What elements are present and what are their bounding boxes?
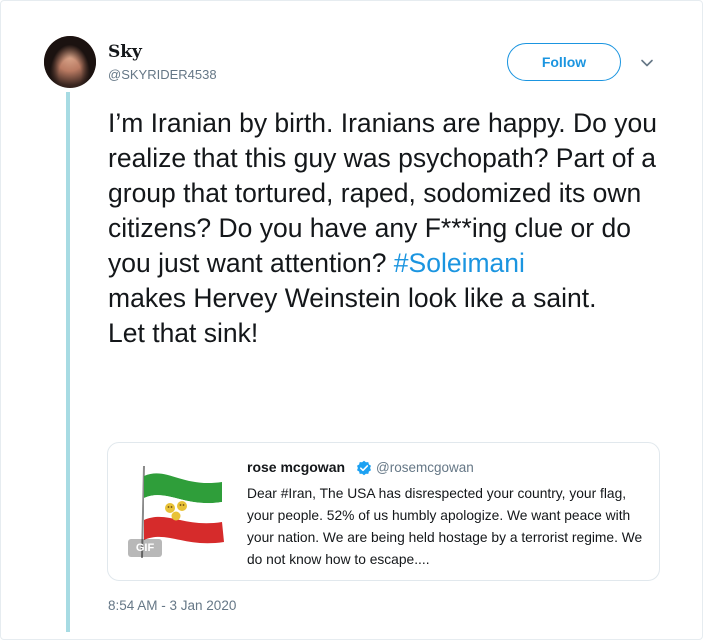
tweet-timestamp[interactable]: 8:54 AM - 3 Jan 2020 — [108, 598, 236, 613]
tweet-text-end: makes Hervey Weinstein look like a saint… — [108, 283, 597, 348]
quoted-display-name: rose mcgowan — [247, 459, 346, 475]
author-avatar[interactable] — [44, 36, 96, 88]
tweet-text: I’m Iranian by birth. Iranians are happy… — [108, 106, 678, 351]
gif-badge: GIF — [128, 539, 162, 557]
verified-badge-icon — [357, 460, 371, 476]
quoted-username: @rosemcgowan — [376, 460, 474, 475]
follow-button[interactable]: Follow — [507, 43, 621, 81]
hashtag-link[interactable]: #Soleimani — [394, 248, 525, 278]
gif-thumbnail[interactable]: GIF — [122, 458, 228, 564]
author-display-name[interactable]: Sky — [108, 42, 142, 62]
thread-line — [66, 92, 70, 632]
quoted-tweet-card[interactable]: GIF rose mcgowan @rosemcgowan Dear #Iran… — [107, 442, 660, 581]
tweet-text-main: I’m Iranian by birth. Iranians are happy… — [108, 108, 657, 278]
avatar-photo — [44, 36, 96, 88]
chevron-down-icon[interactable] — [640, 56, 654, 70]
quoted-tweet-text: Dear #Iran, The USA has disrespected you… — [247, 486, 643, 567]
author-username[interactable]: @SKYRIDER4538 — [108, 67, 217, 82]
